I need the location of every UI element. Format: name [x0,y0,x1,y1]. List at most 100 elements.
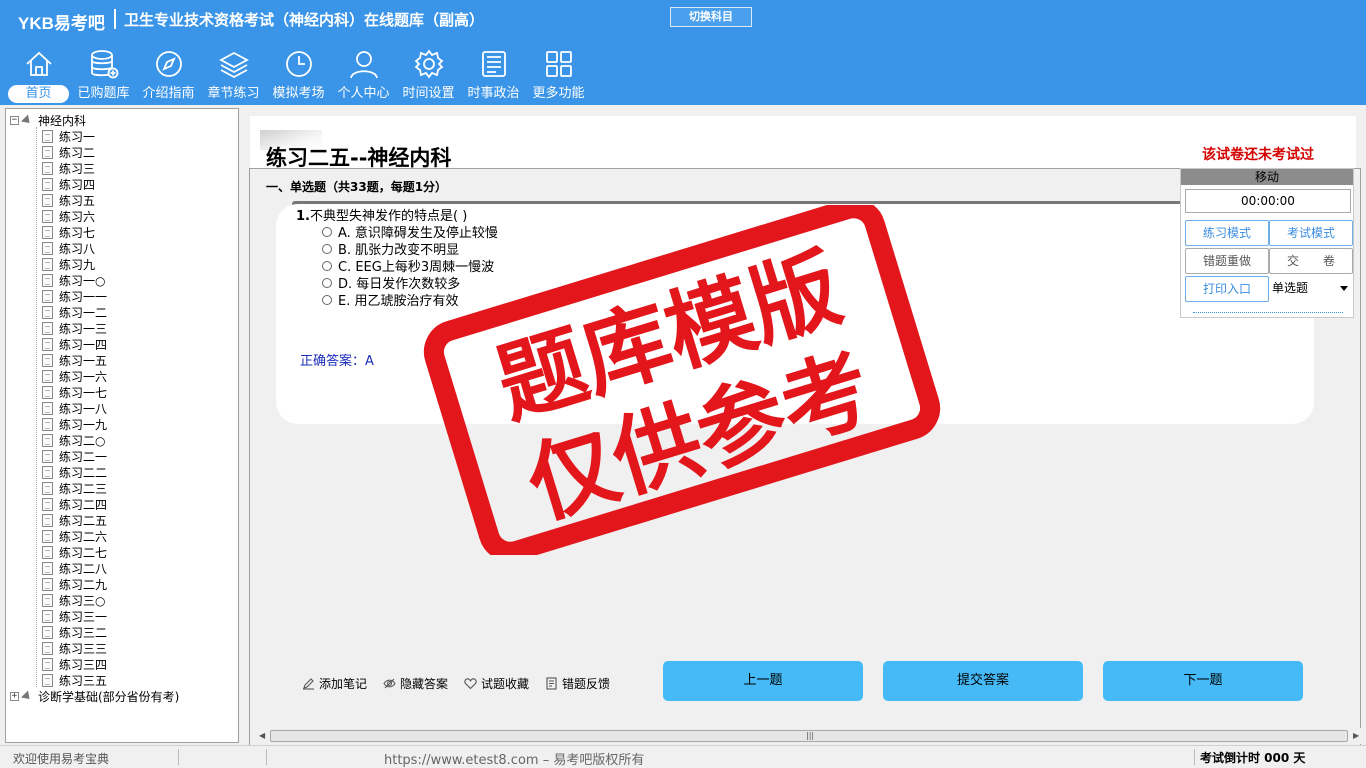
nav-more[interactable]: 更多功能 [526,48,591,104]
tree-item[interactable]: 练习三一 [42,608,107,624]
exam-countdown: 考试倒计时 000 天 [1200,751,1306,765]
tree-item-label: 练习一四 [59,337,108,352]
tree-item-label: 练习一六 [59,369,108,384]
practice-mode-button[interactable]: 练习模式 [1185,220,1269,246]
radio-icon[interactable] [322,226,332,237]
hand-in-button[interactable]: 交 卷 [1269,248,1353,274]
tree-item[interactable]: 练习三四 [42,656,107,672]
pencil-icon [303,678,314,690]
tree-item[interactable]: 练习三○ [42,592,107,608]
document-icon [42,641,53,655]
tree-item[interactable]: 练习三三 [42,640,107,656]
scroll-right-icon[interactable]: ▶ [1353,731,1359,740]
tree-item-label: 练习八 [59,241,96,256]
top-bar: YKB易考吧 卫生专业技术资格考试（神经内科）在线题库（副高） 切换科目 首页 … [0,0,1366,105]
nav-time-settings[interactable]: 时间设置 [396,48,461,104]
tree-item[interactable]: 练习七 [42,224,107,240]
tree-item-label: 练习一一 [59,289,108,304]
document-icon [42,513,53,527]
tree-root-node-2[interactable]: + 诊断学基础(部分省份有考) [10,688,179,704]
tree-item[interactable]: 练习一二 [42,304,107,320]
tree-item[interactable]: 练习二○ [42,432,107,448]
tree-item[interactable]: 练习五 [42,192,107,208]
nav-home[interactable]: 首页 [6,48,71,104]
print-entry-button[interactable]: 打印入口 [1185,276,1269,302]
document-icon [42,289,53,303]
nav-politics[interactable]: 时事政治 [461,48,526,104]
document-icon [42,145,53,159]
prev-question-button[interactable]: 上一题 [663,661,863,701]
tree-item[interactable]: 练习一 [42,128,107,144]
next-question-button[interactable]: 下一题 [1103,661,1303,701]
favorite-button[interactable]: 试题收藏 [464,675,529,692]
tree-item[interactable]: 练习四 [42,176,107,192]
tree-item-label: 练习三五 [59,673,108,688]
status-bar: 欢迎使用易考宝典 https://www.etest8.com – 易考吧版权所… [0,745,1366,768]
document-icon [42,673,53,687]
tree-item[interactable]: 练习三 [42,160,107,176]
switch-subject-button[interactable]: 切换科目 [670,7,752,27]
option-e[interactable]: E. 用乙琥胺治疗有效 [322,290,458,309]
radio-icon[interactable] [322,294,332,305]
nav-mock[interactable]: 模拟考场 [266,48,331,104]
tree-item[interactable]: 练习一四 [42,336,107,352]
horizontal-scrollbar[interactable]: ◀ ||| ▶ [256,728,1364,744]
tree-item[interactable]: 练习一七 [42,384,107,400]
tree-item[interactable]: 练习八 [42,240,107,256]
feedback-icon [546,677,557,690]
tree-item[interactable]: 练习一○ [42,272,107,288]
tree-item[interactable]: 练习一一 [42,288,107,304]
expand-icon[interactable]: + [10,691,19,701]
nav-guide[interactable]: 介绍指南 [136,48,201,104]
tree-item[interactable]: 练习一三 [42,320,107,336]
grid-icon [546,51,572,77]
tree-item[interactable]: 练习一八 [42,400,107,416]
tree-root-node[interactable]: − 神经内科 [10,112,86,128]
nav-personal[interactable]: 个人中心 [331,48,396,104]
nav-purchased[interactable]: 已购题库 [71,48,136,104]
tree-item-label: 练习一二 [59,305,108,320]
tree-item-label: 练习二九 [59,577,108,592]
redo-wrong-button[interactable]: 错题重做 [1185,248,1269,274]
tree-item[interactable]: 练习三五 [42,672,107,688]
submit-answer-button[interactable]: 提交答案 [883,661,1083,701]
tree-item[interactable]: 练习一九 [42,416,107,432]
nav-personal-label: 个人中心 [337,86,390,101]
welcome-text: 欢迎使用易考宝典 [13,752,110,766]
exam-mode-button[interactable]: 考试模式 [1269,220,1353,246]
layers-icon [219,51,249,79]
tree-item[interactable]: 练习二四 [42,496,107,512]
radio-icon[interactable] [322,260,332,271]
tree-item[interactable]: 练习二一 [42,448,107,464]
question-type-select[interactable]: 单选题 [1269,276,1353,300]
tree-item[interactable]: 练习一五 [42,352,107,368]
exercise-tree[interactable]: − 神经内科 练习一 练习二 练习三 练习四 练习五 练习六 练习七 练习八 练习九 练习一○ 练习… [5,108,239,743]
tree-item[interactable]: 练习二二 [42,464,107,480]
error-feedback-button[interactable]: 错题反馈 [545,675,610,692]
tree-item[interactable]: 练习二七 [42,544,107,560]
scrollbar-thumb[interactable]: ||| [270,730,1348,742]
document-icon [42,545,53,559]
tree-item[interactable]: 练习二 [42,144,107,160]
tree-item-label: 练习一三 [59,321,108,336]
tree-item[interactable]: 练习二六 [42,528,107,544]
tree-item[interactable]: 练习六 [42,208,107,224]
radio-icon[interactable] [322,277,332,288]
tree-item[interactable]: 练习二五 [42,512,107,528]
collapse-icon[interactable]: − [10,115,19,125]
move-handle[interactable]: 移动 [1181,169,1353,185]
tree-item[interactable]: 练习一六 [42,368,107,384]
hide-answer-button[interactable]: 隐藏答案 [383,675,448,692]
tree-item[interactable]: 练习二九 [42,576,107,592]
nav-more-label: 更多功能 [532,86,585,101]
tree-item-label: 练习六 [59,209,96,224]
nav-chapter[interactable]: 章节练习 [201,48,266,104]
tree-item-label: 练习三一 [59,609,108,624]
add-note-button[interactable]: 添加笔记 [302,675,367,692]
scroll-left-icon[interactable]: ◀ [259,731,265,740]
tree-item[interactable]: 练习九 [42,256,107,272]
tree-item[interactable]: 练习二三 [42,480,107,496]
radio-icon[interactable] [322,243,332,254]
tree-item[interactable]: 练习二八 [42,560,107,576]
tree-item[interactable]: 练习三二 [42,624,107,640]
